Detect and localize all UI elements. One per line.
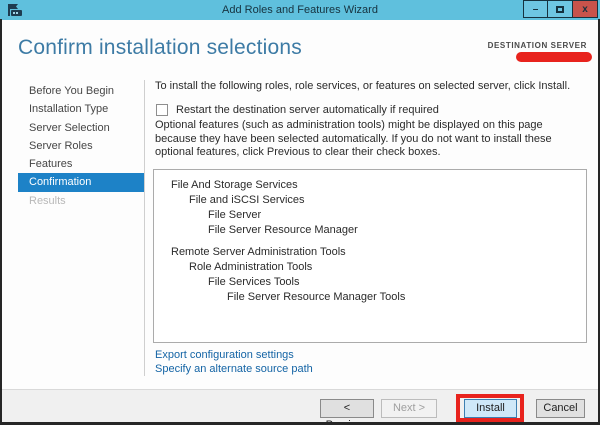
list-item: File And Storage Services xyxy=(154,178,586,193)
server-name-redaction-annotation xyxy=(516,52,592,62)
window-border xyxy=(0,19,2,425)
list-item: Role Administration Tools xyxy=(154,260,586,275)
selection-list[interactable]: File And Storage Services File and iSCSI… xyxy=(153,169,587,343)
titlebar: Add Roles and Features Wizard – x xyxy=(0,0,600,20)
maximize-button[interactable] xyxy=(548,0,573,18)
wizard-window: Add Roles and Features Wizard – x Confir… xyxy=(0,0,600,425)
close-button[interactable]: x xyxy=(573,0,598,18)
install-button[interactable]: Install xyxy=(464,399,517,418)
restart-checkbox[interactable] xyxy=(156,104,168,116)
list-item: File Server xyxy=(154,208,586,223)
window-controls: – x xyxy=(523,0,598,18)
list-item: File Services Tools xyxy=(154,275,586,290)
list-item: File Server Resource Manager xyxy=(154,223,586,238)
maximize-icon xyxy=(556,6,564,13)
minimize-button[interactable]: – xyxy=(523,0,548,18)
sidebar-divider xyxy=(144,80,145,376)
optional-features-note: Optional features (such as administratio… xyxy=(155,119,583,160)
sidebar-item-server-roles[interactable]: Server Roles xyxy=(0,137,144,155)
window-title: Add Roles and Features Wizard xyxy=(0,0,600,20)
sidebar-item-confirmation[interactable]: Confirmation xyxy=(18,173,144,191)
list-item: File Server Resource Manager Tools xyxy=(154,290,586,305)
destination-server-label: DESTINATION SERVER xyxy=(488,41,587,50)
sidebar-item-installation-type[interactable]: Installation Type xyxy=(0,100,144,118)
next-button: Next > xyxy=(381,399,437,418)
restart-checkbox-row[interactable]: Restart the destination server automatic… xyxy=(156,104,439,116)
wizard-steps-sidebar: Before You Begin Installation Type Serve… xyxy=(0,82,144,210)
page-title: Confirm installation selections xyxy=(18,36,302,60)
sidebar-item-features[interactable]: Features xyxy=(0,155,144,173)
minimize-icon: – xyxy=(533,4,539,15)
cancel-button[interactable]: Cancel xyxy=(536,399,585,418)
intro-text: To install the following roles, role ser… xyxy=(155,80,585,92)
sidebar-item-before-you-begin[interactable]: Before You Begin xyxy=(0,82,144,100)
previous-button[interactable]: < Previous xyxy=(320,399,374,418)
restart-checkbox-label: Restart the destination server automatic… xyxy=(176,104,439,116)
sidebar-item-server-selection[interactable]: Server Selection xyxy=(0,119,144,137)
list-item: Remote Server Administration Tools xyxy=(154,245,586,260)
export-configuration-link[interactable]: Export configuration settings xyxy=(155,349,313,363)
footer-links: Export configuration settings Specify an… xyxy=(155,349,313,376)
alternate-source-path-link[interactable]: Specify an alternate source path xyxy=(155,363,313,377)
sidebar-item-results: Results xyxy=(0,192,144,210)
close-icon: x xyxy=(582,4,588,15)
list-item: File and iSCSI Services xyxy=(154,193,586,208)
